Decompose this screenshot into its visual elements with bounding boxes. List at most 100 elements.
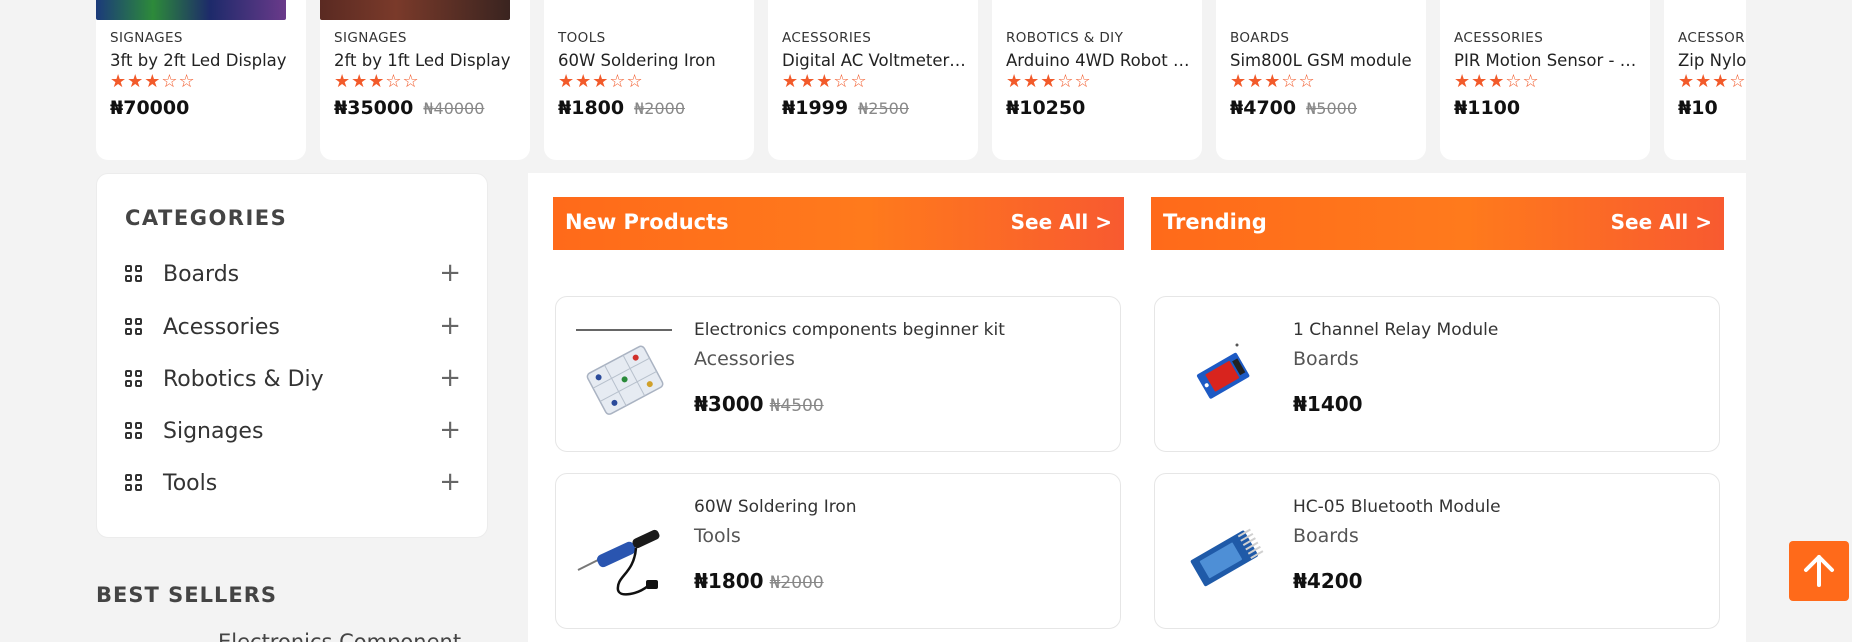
- product-price: ₦1400: [1293, 392, 1363, 416]
- current-price: ₦1100: [1454, 97, 1521, 119]
- categories-heading: CATEGORIES: [125, 206, 288, 230]
- category-item-tools[interactable]: Tools +: [125, 463, 461, 503]
- best-sellers-heading: BEST SELLERS: [96, 583, 277, 607]
- category-label[interactable]: Tools: [163, 471, 217, 496]
- see-all-link[interactable]: See All >: [1011, 210, 1112, 234]
- star-rating: ★★★☆: [1678, 71, 1746, 92]
- current-price: ₦4200: [1293, 569, 1363, 593]
- star-rating: ★★★☆☆: [1454, 71, 1540, 92]
- expand-plus-icon[interactable]: +: [439, 313, 461, 339]
- category-item-boards[interactable]: Boards +: [125, 254, 461, 294]
- carousel-card[interactable]: ROBOTICS & DIY Arduino 4WD Robot … ★★★☆☆…: [992, 0, 1202, 160]
- current-price: ₦70000: [110, 97, 190, 119]
- soldering-iron-icon[interactable]: [576, 504, 672, 600]
- best-seller-item-title[interactable]: Electronics Component: [218, 630, 461, 642]
- grid-icon: [125, 474, 143, 492]
- carousel-card[interactable]: ACESSORIES Digital AC Voltmeter… ★★★☆☆ ₦…: [768, 0, 978, 160]
- carousel-card[interactable]: ACESSOR Zip Nylo ★★★☆ ₦10: [1664, 0, 1746, 160]
- product-category: Acessories: [694, 348, 795, 370]
- old-price: ₦2500: [858, 99, 910, 118]
- current-price: ₦1800: [694, 569, 764, 593]
- product-card[interactable]: HC-05 Bluetooth Module Boards ₦4200: [1154, 473, 1720, 629]
- product-title[interactable]: Arduino 4WD Robot …: [1006, 51, 1198, 70]
- carousel-card[interactable]: SIGNAGES 3ft by 2ft Led Display ★★★☆☆ ₦7…: [96, 0, 306, 160]
- category-label[interactable]: Robotics & Diy: [163, 367, 324, 392]
- expand-plus-icon[interactable]: +: [439, 260, 461, 286]
- product-title[interactable]: 3ft by 2ft Led Display: [110, 51, 302, 70]
- product-title[interactable]: PIR Motion Sensor - …: [1454, 51, 1646, 70]
- product-card[interactable]: 1 Channel Relay Module Boards ₦1400: [1154, 296, 1720, 452]
- product-sections: New Products See All > Trending See All …: [528, 173, 1746, 642]
- product-price: ₦1999 ₦2500: [782, 97, 909, 119]
- product-title[interactable]: Zip Nylo: [1678, 51, 1746, 70]
- product-title[interactable]: Sim800L GSM module: [1230, 51, 1422, 70]
- product-category: ACESSORIES: [1454, 30, 1544, 46]
- category-label[interactable]: Signages: [163, 419, 263, 444]
- carousel-card[interactable]: TOOLS 60W Soldering Iron ★★★☆☆ ₦1800 ₦200…: [544, 0, 754, 160]
- product-name[interactable]: 1 Channel Relay Module: [1293, 320, 1498, 340]
- category-label[interactable]: Acessories: [163, 315, 280, 340]
- carousel-card[interactable]: SIGNAGES 2ft by 1ft Led Display ★★★☆☆ ₦3…: [320, 0, 530, 160]
- star-rating: ★★★☆☆: [1006, 71, 1092, 92]
- product-price: ₦3000 ₦4500: [694, 392, 824, 416]
- carousel-card[interactable]: BOARDS Sim800L GSM module ★★★☆☆ ₦4700 ₦50…: [1216, 0, 1426, 160]
- new-products-header: New Products See All >: [553, 197, 1124, 250]
- component-kit-icon[interactable]: [576, 327, 672, 423]
- product-name[interactable]: HC-05 Bluetooth Module: [1293, 497, 1501, 517]
- category-item-acessories[interactable]: Acessories +: [125, 307, 461, 347]
- grid-icon: [125, 370, 143, 388]
- scroll-to-top-button[interactable]: [1789, 541, 1849, 601]
- product-thumbnail[interactable]: [320, 0, 510, 20]
- product-card[interactable]: 60W Soldering Iron Tools ₦1800 ₦2000: [555, 473, 1121, 629]
- product-category: ACESSORIES: [782, 30, 872, 46]
- star-rating: ★★★☆☆: [782, 71, 868, 92]
- old-price: ₦2000: [634, 99, 686, 118]
- product-category: ROBOTICS & DIY: [1006, 30, 1124, 46]
- category-item-robotics-diy[interactable]: Robotics & Diy +: [125, 359, 461, 399]
- product-title[interactable]: 2ft by 1ft Led Display: [334, 51, 526, 70]
- product-price: ₦1800 ₦2000: [694, 569, 824, 593]
- current-price: ₦10: [1678, 97, 1718, 119]
- star-rating: ★★★☆☆: [110, 71, 196, 92]
- product-category: BOARDS: [1230, 30, 1290, 46]
- grid-icon: [125, 265, 143, 283]
- current-price: ₦1999: [782, 97, 849, 119]
- see-all-link[interactable]: See All >: [1611, 210, 1712, 234]
- product-thumbnail[interactable]: [96, 0, 286, 20]
- product-category: Boards: [1293, 525, 1359, 547]
- product-title[interactable]: 60W Soldering Iron: [558, 51, 750, 70]
- product-price: ₦70000: [110, 97, 199, 119]
- current-price: ₦4700: [1230, 97, 1297, 119]
- product-price: ₦10250: [1006, 97, 1095, 119]
- category-label[interactable]: Boards: [163, 262, 239, 287]
- product-category: Tools: [694, 525, 741, 547]
- category-item-signages[interactable]: Signages +: [125, 411, 461, 451]
- star-rating: ★★★☆☆: [558, 71, 644, 92]
- product-name[interactable]: 60W Soldering Iron: [694, 497, 857, 517]
- expand-plus-icon[interactable]: +: [439, 417, 461, 443]
- old-price: ₦40000: [423, 99, 485, 118]
- product-price: ₦1800 ₦2000: [558, 97, 685, 119]
- product-price: ₦4700 ₦5000: [1230, 97, 1357, 119]
- grid-icon: [125, 318, 143, 336]
- categories-panel: CATEGORIES Boards + Acessories + Robotic…: [96, 173, 488, 538]
- expand-plus-icon[interactable]: +: [439, 365, 461, 391]
- relay-module-icon[interactable]: [1175, 327, 1271, 423]
- current-price: ₦1800: [558, 97, 625, 119]
- product-category: ACESSOR: [1678, 30, 1745, 46]
- product-carousel: SIGNAGES 3ft by 2ft Led Display ★★★☆☆ ₦7…: [96, 0, 1746, 162]
- current-price: ₦10250: [1006, 97, 1086, 119]
- product-card[interactable]: Electronics components beginner kit Aces…: [555, 296, 1121, 452]
- old-price: ₦4500: [769, 396, 824, 416]
- old-price: ₦5000: [1306, 99, 1358, 118]
- star-rating: ★★★☆☆: [1230, 71, 1316, 92]
- arrow-up-icon: [1804, 555, 1834, 587]
- expand-plus-icon[interactable]: +: [439, 469, 461, 495]
- product-name[interactable]: Electronics components beginner kit: [694, 320, 1005, 340]
- product-price: ₦4200: [1293, 569, 1363, 593]
- carousel-card[interactable]: ACESSORIES PIR Motion Sensor - … ★★★☆☆ ₦…: [1440, 0, 1650, 160]
- bluetooth-module-icon[interactable]: [1175, 504, 1271, 600]
- product-title[interactable]: Digital AC Voltmeter…: [782, 51, 974, 70]
- star-rating: ★★★☆☆: [334, 71, 420, 92]
- trending-header: Trending See All >: [1151, 197, 1724, 250]
